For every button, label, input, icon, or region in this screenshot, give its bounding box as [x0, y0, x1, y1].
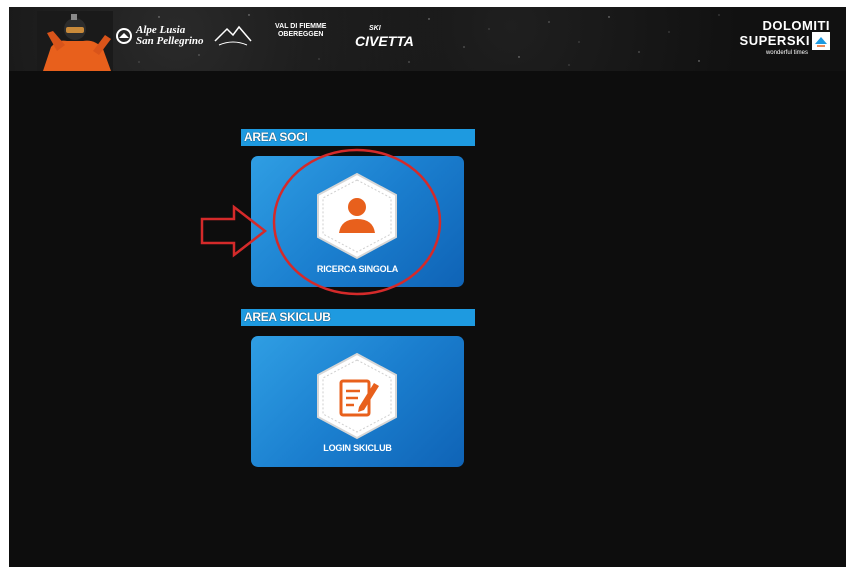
mountain-brand-logo [214, 25, 252, 46]
annotation-overlay [200, 148, 442, 296]
ricerca-singola-label: RICERCA SINGOLA [316, 264, 399, 274]
dolomiti-superski-logo: DOLOMITI SUPERSKI wonderful times [740, 19, 830, 56]
skier-image [37, 11, 113, 71]
alpe-lusia-emblem-icon [116, 28, 132, 44]
superski-emblem-icon [812, 32, 830, 50]
dolomiti-tagline: wonderful times [765, 50, 808, 56]
alpe-lusia-line2: San Pellegrino [136, 35, 204, 47]
civetta-logo: SKI CIVETTA [355, 23, 414, 49]
alpe-lusia-logo: Alpe Lusia San Pellegrino [115, 25, 204, 47]
civetta-name: CIVETTA [355, 33, 414, 49]
ricerca-singola-button[interactable]: RICERCA SINGOLA [251, 156, 464, 287]
dolomiti-line1: DOLOMITI [762, 18, 830, 33]
val-di-fiemme-line1: VAL DI FIEMME [275, 23, 327, 30]
login-skiclub-button[interactable]: LOGIN SKICLUB [251, 336, 464, 467]
dolomiti-line2: SUPERSKI [739, 33, 810, 48]
header-banner: Alpe Lusia San Pellegrino VAL DI FIEMME … [9, 7, 846, 71]
app-frame: Alpe Lusia San Pellegrino VAL DI FIEMME … [9, 7, 846, 567]
val-di-fiemme-logo: VAL DI FIEMME OBEREGGEN [275, 23, 326, 39]
area-soci-title: AREA SOCI [244, 130, 308, 144]
document-edit-icon [317, 352, 397, 440]
area-soci-header: AREA SOCI [241, 129, 475, 146]
area-skiclub-header: AREA SKICLUB [241, 309, 475, 326]
person-icon [317, 172, 397, 260]
area-skiclub-title: AREA SKICLUB [244, 310, 331, 324]
val-di-fiemme-line2: OBEREGGEN [277, 31, 324, 38]
login-skiclub-label: LOGIN SKICLUB [323, 443, 392, 453]
